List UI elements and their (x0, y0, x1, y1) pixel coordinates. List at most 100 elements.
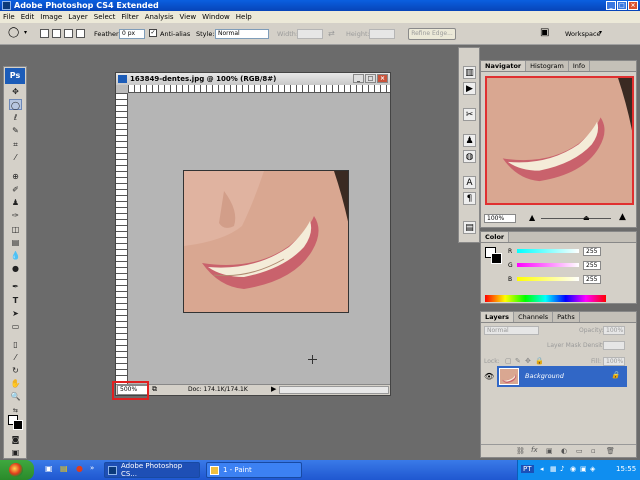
marquee-tool-icon[interactable]: ◯ (9, 99, 22, 110)
color-spectrum[interactable] (485, 295, 606, 302)
tray-icon-1[interactable]: ◂ (540, 465, 544, 473)
vertical-ruler[interactable] (116, 93, 128, 384)
doc-maximize-button[interactable]: □ (365, 74, 376, 83)
lock-position-icon[interactable]: ✥ (525, 357, 531, 365)
rotate-3d-tool-icon[interactable]: ↻ (9, 365, 22, 376)
healing-brush-tool-icon[interactable]: ⊕ (9, 171, 22, 182)
tab-histogram[interactable]: Histogram (526, 61, 569, 71)
slider-thumb-icon[interactable]: ⏏ (583, 214, 590, 222)
color-r-slider[interactable] (517, 249, 579, 253)
maximize-button[interactable]: □ (617, 1, 627, 10)
horizontal-ruler[interactable] (128, 85, 390, 93)
lasso-tool-icon[interactable]: ℓ (9, 112, 22, 123)
lock-pixels-icon[interactable]: ✎ (515, 357, 521, 365)
quick-mask-icon[interactable]: ◙ (9, 434, 22, 445)
tool-presets-icon[interactable]: ✂ (463, 108, 476, 121)
doc-close-button[interactable]: × (377, 74, 388, 83)
zoom-out-icon[interactable]: ▲ (529, 213, 535, 222)
intersect-selection-icon[interactable] (76, 29, 85, 38)
workspace-menu[interactable]: Workspace (565, 30, 601, 38)
brushes-panel-icon[interactable]: ♟ (463, 134, 476, 147)
blur-tool-icon[interactable]: 💧 (9, 250, 22, 261)
hand-tool-icon[interactable]: ✋ (9, 378, 22, 389)
notes-tool-icon[interactable]: ▯ (9, 339, 22, 350)
close-button[interactable]: × (628, 1, 638, 10)
tray-security-icon[interactable]: ◉ (570, 465, 576, 473)
eyedropper-tool-icon[interactable]: ⁄ (9, 152, 22, 163)
refine-edge-button[interactable]: Refine Edge... (408, 28, 456, 40)
quicklaunch-media-icon[interactable]: ▣ (45, 464, 53, 473)
antialias-checkbox[interactable]: ✓ (149, 29, 157, 37)
delete-layer-icon[interactable]: 🗑 (606, 447, 615, 455)
actions-panel-icon[interactable]: ▶ (463, 82, 476, 95)
color-g-value[interactable]: 255 (583, 261, 601, 270)
elliptical-marquee-icon[interactable]: ◯ (8, 27, 19, 38)
navigator-zoom-field[interactable]: 100% (484, 214, 516, 223)
menu-image[interactable]: Image (40, 13, 62, 21)
eyedropper-3d-icon[interactable]: ⁄ (9, 352, 22, 363)
shape-tool-icon[interactable]: ▭ (9, 321, 22, 332)
workspace-icon[interactable]: ▣ (540, 27, 549, 38)
quicklaunch-app-icon[interactable]: ● (76, 464, 83, 473)
add-selection-icon[interactable] (52, 29, 61, 38)
taskbar-paint[interactable]: 1 - Paint (206, 462, 302, 478)
tab-info[interactable]: Info (569, 61, 591, 71)
dodge-tool-icon[interactable]: ● (9, 263, 22, 274)
history-panel-icon[interactable]: ▥ (463, 66, 476, 79)
history-brush-tool-icon[interactable]: ✑ (9, 210, 22, 221)
tray-volume-icon[interactable]: ♪ (560, 465, 564, 473)
character-panel-icon[interactable]: A (463, 176, 476, 189)
zoom-in-icon[interactable]: ▲ (619, 212, 626, 222)
opacity-input[interactable]: 100% (603, 326, 625, 335)
menu-edit[interactable]: Edit (21, 13, 35, 21)
menu-select[interactable]: Select (94, 13, 116, 21)
style-select[interactable]: Normal (215, 29, 269, 39)
fill-input[interactable]: 100% (603, 357, 625, 366)
document-title-bar[interactable]: 163849-dentes.jpg @ 100% (RGB/8#) _ □ × (116, 73, 390, 85)
pen-tool-icon[interactable]: ✒ (9, 281, 22, 292)
color-g-slider[interactable] (517, 263, 579, 267)
status-arrow-icon[interactable]: ▶ (271, 385, 276, 393)
move-tool-icon[interactable]: ✥ (9, 86, 22, 97)
menu-help[interactable]: Help (236, 13, 252, 21)
zoom-tool-icon[interactable]: 🔍 (9, 391, 22, 402)
menu-file[interactable]: File (3, 13, 15, 21)
link-layers-icon[interactable]: ⛓ (516, 447, 525, 455)
clone-stamp-tool-icon[interactable]: ♟ (9, 197, 22, 208)
tab-navigator[interactable]: Navigator (481, 61, 527, 71)
tray-network-icon[interactable]: ▦ (550, 465, 557, 473)
new-group-icon[interactable]: ▭ (576, 447, 583, 455)
screen-mode-icon[interactable]: ▣ (9, 447, 22, 458)
color-b-value[interactable]: 255 (583, 275, 601, 284)
language-indicator[interactable]: PT (521, 465, 534, 473)
chevron-down-icon[interactable]: ▾ (24, 29, 27, 36)
path-select-tool-icon[interactable]: ➤ (9, 308, 22, 319)
width-input[interactable] (297, 29, 323, 39)
status-options-icon[interactable]: ⧉ (152, 385, 157, 394)
mask-density-input[interactable] (603, 341, 625, 350)
minimize-button[interactable]: _ (606, 1, 616, 10)
type-tool-icon[interactable]: T (9, 295, 22, 306)
image-canvas[interactable] (183, 170, 349, 313)
paragraph-panel-icon[interactable]: ¶ (463, 192, 476, 205)
tab-color[interactable]: Color (481, 232, 510, 242)
layer-visibility-eye-icon[interactable]: 👁 (484, 372, 494, 381)
workspace-chevron-icon[interactable]: ▾ (599, 29, 602, 36)
navigator-zoom-slider[interactable] (541, 218, 611, 219)
notes-panel-icon[interactable]: ▤ (463, 221, 476, 234)
brush-tool-icon[interactable]: ✐ (9, 184, 22, 195)
add-mask-icon[interactable]: ▣ (546, 447, 553, 455)
feather-input[interactable]: 0 px (119, 29, 145, 39)
tray-app-icon[interactable]: ▣ (580, 465, 587, 473)
tab-paths[interactable]: Paths (553, 312, 580, 322)
clock[interactable]: 15:55 (616, 465, 636, 473)
menu-layer[interactable]: Layer (68, 13, 88, 21)
background-color-swatch[interactable] (13, 420, 23, 430)
blend-mode-select[interactable]: Normal (484, 326, 539, 335)
menu-view[interactable]: View (180, 13, 197, 21)
lock-transparency-icon[interactable]: ▢ (505, 357, 512, 365)
eraser-tool-icon[interactable]: ◫ (9, 224, 22, 235)
menu-analysis[interactable]: Analysis (145, 13, 174, 21)
doc-minimize-button[interactable]: _ (353, 74, 364, 83)
lock-all-icon[interactable]: 🔒 (535, 357, 544, 365)
